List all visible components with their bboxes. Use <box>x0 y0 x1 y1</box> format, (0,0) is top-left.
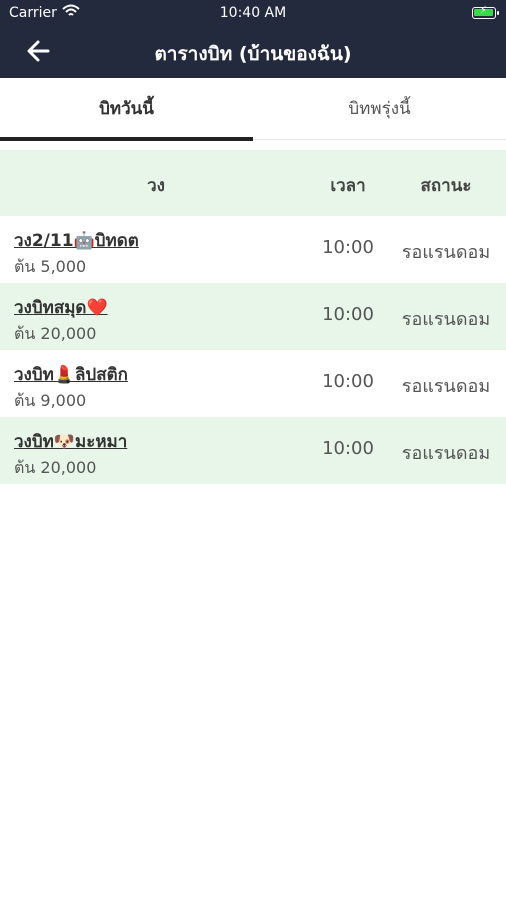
header-time: เวลา <box>330 176 366 196</box>
row-status: รอแรนดอม <box>401 309 491 330</box>
tab-today[interactable]: บิทวันนี้ <box>0 78 253 141</box>
row-time: 10:00 <box>322 237 374 258</box>
header-group: วง <box>147 176 165 196</box>
status-bar: Carrier 10:40 AM ⚡ <box>0 0 506 28</box>
group-amount: ต้น 20,000 <box>14 324 97 343</box>
row-time: 10:00 <box>322 438 374 459</box>
header-status: สถานะ <box>420 176 472 196</box>
battery-icon: ⚡ <box>472 5 499 19</box>
clock: 10:40 AM <box>219 5 287 21</box>
group-amount: ต้น 9,000 <box>14 391 87 410</box>
nav-bar: ตารางบิท (บ้านของฉัน) <box>0 28 506 78</box>
group-name-link[interactable]: วง2/11🤖บิทดต <box>14 227 139 254</box>
page-title: ตารางบิท (บ้านของฉัน) <box>154 43 352 65</box>
row-status: รอแรนดอม <box>401 443 491 464</box>
tab-bar: บิทวันนี้ บิทพรุ่งนี้ <box>0 78 506 141</box>
table-row[interactable]: วง2/11🤖บิทดต ต้น 5,000 10:00 รอแรนดอม <box>0 216 506 283</box>
row-status: รอแรนดอม <box>401 242 491 263</box>
tab-tomorrow-label: บิทพรุ่งนี้ <box>348 99 411 119</box>
tab-today-label: บิทวันนี้ <box>99 99 154 119</box>
row-time: 10:00 <box>322 371 374 392</box>
table-row[interactable]: วงบิทสมุด❤️ ต้น 20,000 10:00 รอแรนดอม <box>0 283 506 350</box>
group-amount: ต้น 5,000 <box>14 257 87 276</box>
group-amount: ต้น 20,000 <box>14 458 97 477</box>
bid-table: วง เวลา สถานะ วง2/11🤖บิทดต ต้น 5,000 10:… <box>0 150 506 484</box>
group-name-link[interactable]: วงบิทสมุด❤️ <box>14 294 108 321</box>
table-header: วง เวลา สถานะ <box>0 150 506 216</box>
row-status: รอแรนดอม <box>401 376 491 397</box>
tab-tomorrow[interactable]: บิทพรุ่งนี้ <box>253 78 506 140</box>
active-tab-indicator <box>0 137 253 141</box>
table-row[interactable]: วงบิท💄ลิปสติก ต้น 9,000 10:00 รอแรนดอม <box>0 350 506 417</box>
top-bar: Carrier 10:40 AM ⚡ ตารางบิท (บ้านของฉัน) <box>0 0 506 78</box>
table-row[interactable]: วงบิท🐶มะหมา ต้น 20,000 10:00 รอแรนดอม <box>0 417 506 484</box>
group-name-link[interactable]: วงบิท💄ลิปสติก <box>14 361 128 388</box>
row-time: 10:00 <box>322 304 374 325</box>
group-name-link[interactable]: วงบิท🐶มะหมา <box>14 428 127 455</box>
